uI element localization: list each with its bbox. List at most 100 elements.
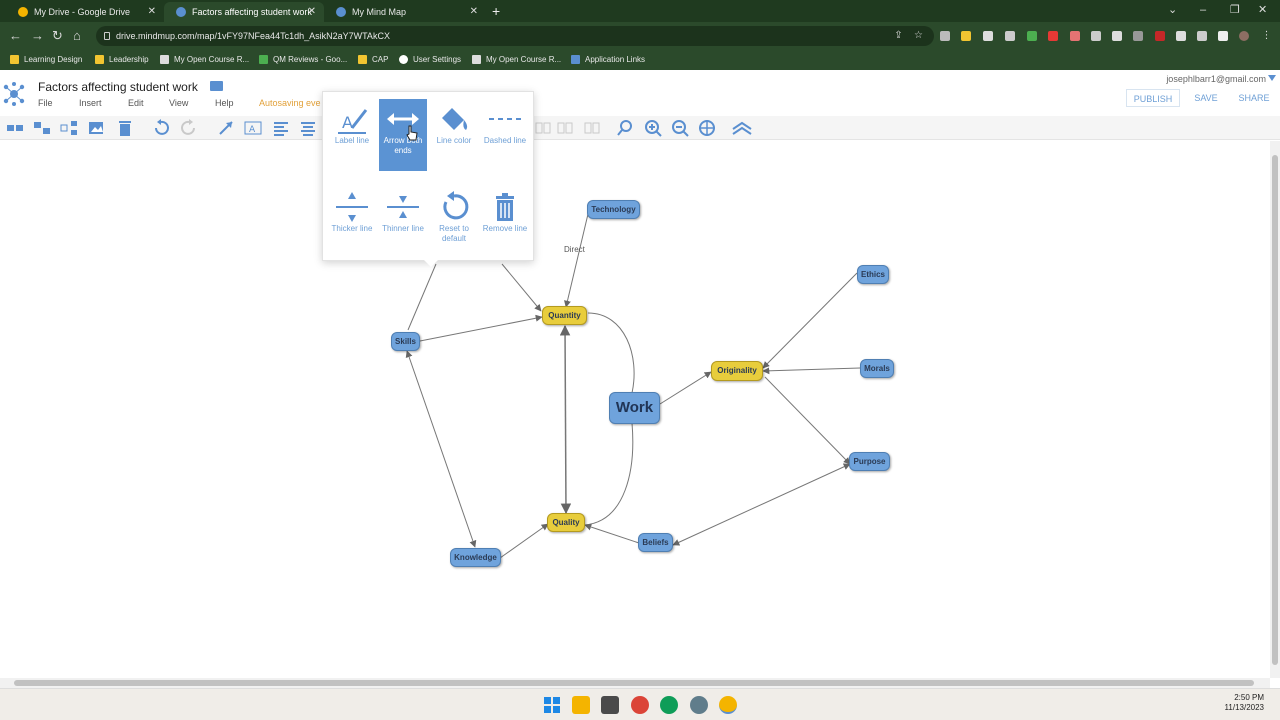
node-originality[interactable]: Originality [711,361,763,381]
tab-my-mind-map[interactable]: My Mind Map ✕ [324,2,486,22]
settings-gear-icon[interactable] [690,696,708,714]
extension-icon[interactable] [1027,31,1037,41]
connector-ethics-originality[interactable] [762,272,858,369]
node-skills[interactable]: Skills [391,332,420,351]
undo-icon[interactable] [152,119,170,137]
layout-icon[interactable] [534,119,552,137]
new-tab-button[interactable]: + [492,2,500,20]
close-icon[interactable]: ✕ [470,2,478,22]
node-beliefs[interactable]: Beliefs [638,533,673,552]
node-technology[interactable]: Technology [587,200,640,219]
connector-work-originality[interactable] [659,371,712,405]
node-morals[interactable]: Morals [860,359,894,378]
connector-originality-purpose[interactable] [764,376,851,465]
node-quality[interactable]: Quality [547,513,585,532]
connector-knowledge-quality[interactable] [499,523,549,559]
node-knowledge[interactable]: Knowledge [450,548,501,567]
bookmark-application-links[interactable]: Application Links [571,53,645,67]
line-color-button[interactable]: Line color [430,102,478,170]
bookmark-open-course[interactable]: My Open Course R... [160,53,249,67]
tab-search-icon[interactable]: ⌄ [1168,2,1177,18]
arrow-both-ends-button[interactable]: Arrow both ends [379,99,427,171]
reload-icon[interactable]: ↻ [52,28,63,44]
layout-icon[interactable] [556,119,574,137]
connector-technology-quantity[interactable] [564,213,589,308]
bookmark-user-settings[interactable]: User Settings [399,53,461,67]
save-button[interactable]: SAVE [1188,89,1224,107]
thinner-line-button[interactable]: Thinner line [379,190,427,254]
document-title[interactable]: Factors affecting student work [38,80,198,94]
bookmark-cap[interactable]: CAP [358,53,388,67]
menu-edit[interactable]: Edit [128,98,144,108]
connector-popup-skills[interactable] [407,263,437,331]
caret-down-icon[interactable] [1268,75,1276,81]
add-sibling-icon[interactable] [6,119,24,137]
layout-icon[interactable] [583,119,601,137]
forward-icon[interactable]: → [31,28,44,44]
scroll-thumb[interactable] [1272,155,1278,665]
connector-quantity-quality[interactable] [559,324,572,515]
system-clock[interactable]: 2:50 PM 11/13/2023 [1225,693,1264,713]
restore-icon[interactable]: ❐ [1230,2,1240,18]
share-page-icon[interactable]: ⇪ [893,30,904,41]
insert-image-icon[interactable] [88,119,106,137]
mindmap-canvas[interactable]: Direct Technology Ethics Quantity Skills… [0,141,1270,678]
menu-kebab-icon[interactable]: ⋮ [1261,30,1272,41]
profile-avatar[interactable] [1239,31,1249,41]
publish-button[interactable]: PUBLISH [1126,89,1180,107]
scroll-thumb[interactable] [14,680,1254,686]
bookmark-star-icon[interactable]: ☆ [913,30,924,41]
menu-help[interactable]: Help [215,98,234,108]
delete-icon[interactable] [116,119,134,137]
redo-icon[interactable] [180,119,198,137]
connector-work-quantity[interactable] [587,312,635,394]
connector-label-direct[interactable]: Direct [564,245,585,254]
connector-popup-quantity[interactable] [501,263,542,312]
connector-work-quality[interactable] [584,422,634,526]
windows-start-icon[interactable] [543,696,561,714]
share-button[interactable]: SHARE [1232,89,1276,107]
store-icon[interactable] [601,696,619,714]
reset-to-default-button[interactable]: Reset to default [430,190,478,254]
bookmark-open-course-2[interactable]: My Open Course R... [472,53,561,67]
connector-beliefs-quality[interactable] [584,523,640,544]
remove-line-button[interactable]: Remove line [481,190,529,254]
label-line-button[interactable]: A Label line [328,102,376,170]
bookmark-learning-design[interactable]: Learning Design [10,53,82,67]
chrome-icon[interactable] [631,696,649,714]
connector-skills-quantity[interactable] [419,314,543,342]
align-left-icon[interactable] [272,119,290,137]
connector-purpose-beliefs[interactable] [672,463,851,546]
extension-icon[interactable] [1133,31,1143,41]
zoom-out-icon[interactable] [671,119,689,137]
extension-icon[interactable] [1155,31,1165,41]
account-email[interactable]: josephlbarr1@gmail.com [1166,74,1266,84]
dashed-line-button[interactable]: Dashed line [481,102,529,170]
home-icon[interactable]: ⌂ [73,28,81,44]
connector-morals-originality[interactable] [762,367,861,375]
node-quantity[interactable]: Quantity [542,306,587,325]
add-child-icon[interactable] [33,119,51,137]
window-close-icon[interactable]: ✕ [1258,2,1267,18]
connect-icon[interactable] [217,119,235,137]
extension-icon[interactable] [1070,31,1080,41]
vertical-scrollbar[interactable] [1270,141,1280,678]
chrome-icon[interactable] [660,696,678,714]
bookmark-qm-reviews[interactable]: QM Reviews - Goo... [259,53,347,67]
bookmark-leadership[interactable]: Leadership [95,53,149,67]
close-icon[interactable]: ✕ [148,2,156,22]
menu-file[interactable]: File [38,98,53,108]
puzzle-icon[interactable] [1176,31,1186,41]
chrome-icon[interactable] [719,696,737,714]
node-work[interactable]: Work [609,392,660,424]
file-explorer-icon[interactable] [572,696,590,714]
zoom-in-icon[interactable] [644,119,662,137]
reading-list-icon[interactable] [1197,31,1207,41]
extension-icon[interactable] [961,31,971,41]
center-map-icon[interactable] [698,119,716,137]
node-ethics[interactable]: Ethics [857,265,889,284]
extension-icon[interactable] [1091,31,1101,41]
close-icon[interactable]: ✕ [308,2,316,22]
thicker-line-button[interactable]: Thicker line [328,190,376,254]
address-bar[interactable]: drive.mindmup.com/map/1vFY97NFea44Tc1dh_… [96,26,934,46]
